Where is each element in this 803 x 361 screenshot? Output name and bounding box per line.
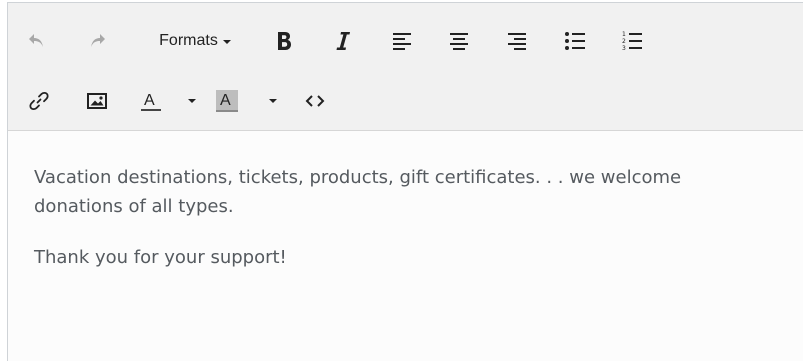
image-button[interactable] xyxy=(82,81,112,121)
numbered-list-icon: 1 2 3 xyxy=(622,31,642,52)
toolbar-row-2: A A xyxy=(8,81,803,121)
text-color-button[interactable]: A xyxy=(136,81,166,121)
chevron-down-icon xyxy=(222,40,231,44)
rich-text-editor: Formats 1 2 3 A A Vacation destinations,… xyxy=(7,2,803,361)
italic-button[interactable] xyxy=(328,21,358,61)
redo-icon xyxy=(91,34,105,47)
align-center-icon xyxy=(450,33,468,50)
content-paragraph: Thank you for your support! xyxy=(34,247,287,268)
italic-icon xyxy=(336,32,350,50)
align-right-icon xyxy=(508,33,526,50)
text-color-icon: A xyxy=(141,92,161,111)
svg-text:2: 2 xyxy=(622,38,626,45)
svg-text:A: A xyxy=(220,92,231,109)
undo-icon xyxy=(29,34,43,47)
source-code-button[interactable] xyxy=(300,81,330,121)
bullet-list-button[interactable] xyxy=(560,21,590,61)
svg-text:1: 1 xyxy=(622,31,626,38)
editor-content-area[interactable]: Vacation destinations, tickets, products… xyxy=(8,130,803,361)
background-color-button[interactable]: A xyxy=(212,81,242,121)
text-color-dropdown[interactable] xyxy=(182,81,202,121)
undo-button[interactable] xyxy=(22,21,52,61)
redo-button[interactable] xyxy=(82,21,112,61)
bold-button[interactable] xyxy=(269,21,299,61)
chevron-down-icon xyxy=(269,99,277,103)
svg-text:3: 3 xyxy=(622,45,626,52)
image-icon xyxy=(87,93,107,109)
chevron-down-icon xyxy=(188,99,196,103)
link-button[interactable] xyxy=(24,81,54,121)
bullet-list-icon xyxy=(565,32,585,50)
toolbar-row-1: Formats 1 2 3 xyxy=(8,21,803,61)
svg-text:A: A xyxy=(144,92,155,109)
formats-label: Formats xyxy=(159,32,218,49)
align-center-button[interactable] xyxy=(444,21,474,61)
align-right-button[interactable] xyxy=(502,21,532,61)
source-code-icon xyxy=(305,95,325,107)
link-icon xyxy=(29,91,49,111)
background-color-icon: A xyxy=(216,90,238,112)
editor-toolbar: Formats 1 2 3 A A xyxy=(8,3,803,131)
numbered-list-button[interactable]: 1 2 3 xyxy=(617,21,647,61)
align-left-icon xyxy=(393,33,411,50)
content-paragraph: Vacation destinations, tickets, products… xyxy=(34,167,682,217)
formats-dropdown[interactable]: Formats xyxy=(145,21,245,61)
background-color-dropdown[interactable] xyxy=(263,81,283,121)
bold-icon xyxy=(278,32,291,50)
align-left-button[interactable] xyxy=(387,21,417,61)
